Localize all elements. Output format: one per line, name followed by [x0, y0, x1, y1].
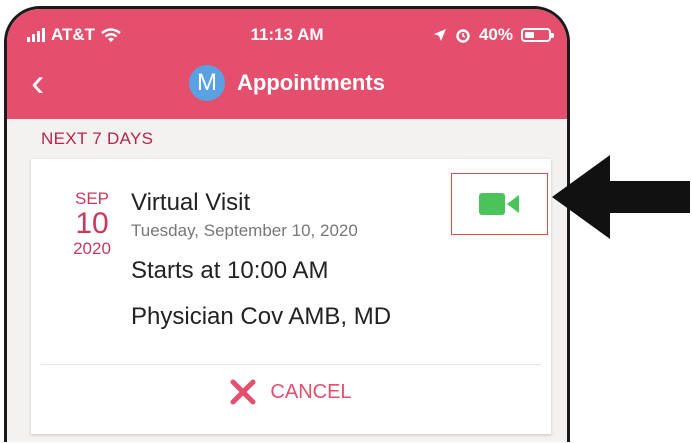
visit-physician: Physician Cov AMB, MD [131, 303, 392, 330]
nav-bar: ‹ M Appointments [7, 59, 567, 107]
visit-start-time: Starts at 10:00 AM [131, 257, 329, 284]
battery-percent: 40% [478, 25, 513, 44]
nav-title-group: M Appointments [7, 65, 567, 101]
appointment-year: 2020 [73, 239, 111, 258]
cancel-label: CANCEL [270, 380, 352, 403]
phone-frame: AT&T 11:13 AM 40% ‹ M Appointments NEXT … [4, 6, 570, 442]
location-arrow-icon [433, 29, 446, 41]
battery-icon [521, 28, 554, 42]
status-bar: AT&T 11:13 AM 40% [7, 23, 567, 47]
appointment-day: 10 [75, 207, 109, 240]
status-right: 40% [433, 25, 554, 45]
section-label: NEXT 7 DAYS [41, 129, 154, 148]
page-title: Appointments [237, 70, 385, 95]
visit-type: Virtual Visit [131, 189, 251, 216]
appointment-date-block: SEP 10 2020 [57, 189, 127, 259]
appointment-info: Virtual Visit Tuesday, September 10, 202… [131, 189, 391, 331]
appointment-month: SEP [74, 189, 110, 208]
cancel-button[interactable]: CANCEL [31, 379, 551, 405]
appointment-card[interactable]: SEP 10 2020 Virtual Visit Tuesday, Septe… [31, 159, 551, 434]
alarm-icon [456, 29, 470, 43]
video-camera-icon [478, 193, 519, 215]
avatar[interactable]: M [189, 65, 226, 101]
app-header: AT&T 11:13 AM 40% ‹ M Appointments [7, 9, 567, 119]
close-x-icon [230, 379, 256, 405]
start-video-button[interactable] [451, 173, 548, 235]
pointer-arrow-icon [552, 155, 690, 239]
card-divider [41, 364, 541, 365]
visit-full-date: Tuesday, September 10, 2020 [131, 221, 358, 240]
